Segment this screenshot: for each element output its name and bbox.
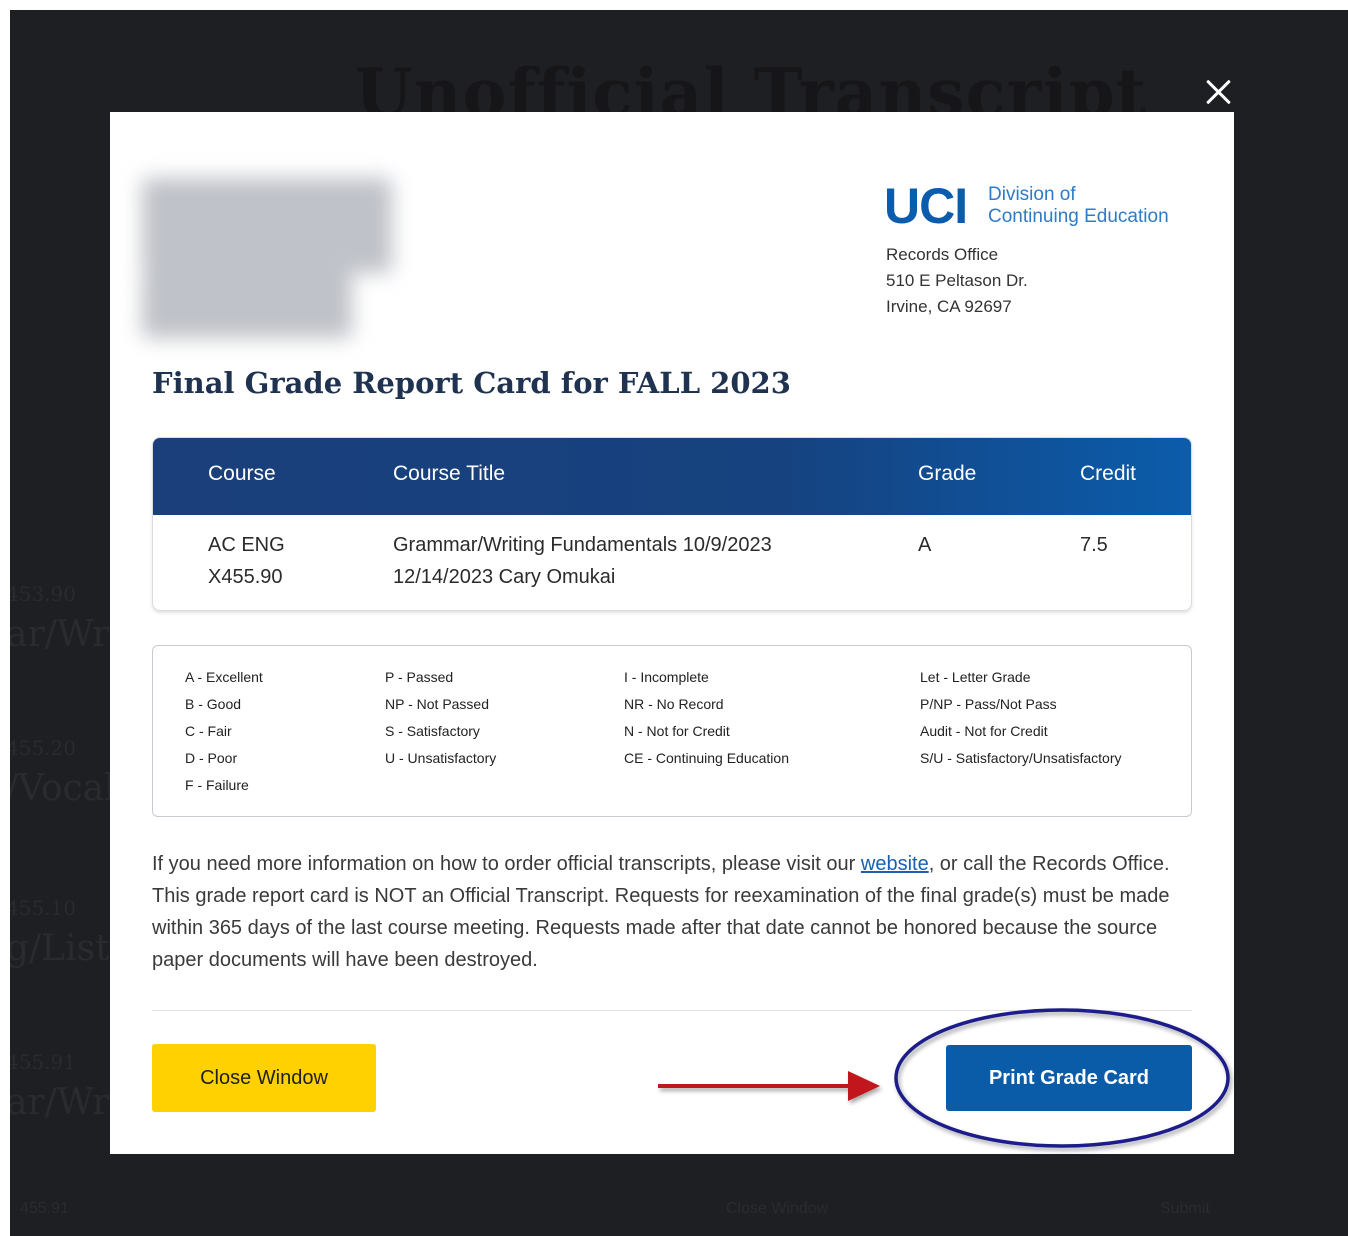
background-footer-code: 455.91 (20, 1200, 69, 1217)
address-line: 510 E Peltason Dr. (886, 271, 1028, 290)
background-row-text: ar/Wri (10, 1082, 121, 1123)
close-icon[interactable] (1198, 72, 1238, 112)
legend-item: A - Excellent (185, 669, 263, 685)
legend-item: D - Poor (185, 750, 238, 766)
legend-column: A - Excellent B - Good C - Fair D - Poor… (185, 664, 263, 799)
legend-item: P/NP - Pass/Not Pass (920, 696, 1057, 712)
legend-item: CE - Continuing Education (624, 750, 789, 766)
background-row-text: ar/Wri (10, 614, 121, 655)
legend-item: I - Incomplete (624, 669, 709, 685)
division-line-1: Division of (988, 184, 1076, 205)
legend-item: Audit - Not for Credit (920, 723, 1048, 739)
records-office-address: Records Office 510 E Peltason Dr. Irvine… (886, 242, 1028, 320)
legend-item: NR - No Record (624, 696, 724, 712)
legend-item: N - Not for Credit (624, 723, 730, 739)
legend-column: Let - Letter Grade P/NP - Pass/Not Pass … (920, 664, 1122, 772)
division-line-2: Continuing Education (988, 206, 1169, 227)
legend-item: U - Unsatisfactory (385, 750, 497, 766)
course-title-line-1: Grammar/Writing Fundamentals 10/9/2023 (393, 534, 772, 556)
legend-column: P - Passed NP - Not Passed S - Satisfact… (385, 664, 496, 772)
address-line: Records Office (886, 245, 999, 264)
table-header: Course Course Title Grade Credit (153, 438, 1191, 515)
legend-column: I - Incomplete NR - No Record N - Not fo… (624, 664, 789, 772)
header-grade: Grade (918, 462, 977, 485)
background-row-text: /Vocal (10, 768, 116, 809)
print-grade-card-button[interactable]: Print Grade Card (946, 1045, 1192, 1111)
background-row: 455.91 ar/Wri (10, 1050, 121, 1123)
website-link[interactable]: website (861, 853, 929, 875)
info-text-intro: If you need more information on how to o… (152, 853, 861, 875)
legend-item: C - Fair (185, 723, 232, 739)
transcript-info-text: If you need more information on how to o… (152, 848, 1192, 976)
course-code-line-2: X455.90 (208, 566, 283, 588)
background-row-code: 453.90 (10, 582, 76, 606)
grade-report-modal: UCI Division of Continuing Education Rec… (110, 112, 1234, 1154)
course-code-line-1: AC ENG (208, 534, 285, 556)
background-row: 453.90 ar/Wri (10, 582, 121, 655)
header-credit: Credit (1080, 462, 1137, 485)
uci-logo-mark: UCI (884, 178, 968, 234)
uci-division-name: Division of Continuing Education (988, 184, 1169, 228)
close-window-button[interactable]: Close Window (152, 1044, 376, 1112)
table-row: AC ENG X455.90 Grammar/Writing Fundament… (153, 515, 1191, 610)
background-row-code: 455.91 (10, 1050, 76, 1074)
background-row: 455.20 /Vocal (10, 736, 116, 809)
legend-item: S/U - Satisfactory/Unsatisfactory (920, 750, 1122, 766)
grade-cell: A (918, 534, 932, 556)
header-course: Course (208, 462, 276, 485)
address-line: Irvine, CA 92697 (886, 297, 1012, 316)
legend-item: P - Passed (385, 669, 454, 685)
background-close-button: Close Window (726, 1200, 829, 1217)
redacted-student-info (142, 178, 397, 338)
background-submit-button: Submit (1160, 1200, 1210, 1217)
legend-item: S - Satisfactory (385, 723, 480, 739)
report-title: Final Grade Report Card for FALL 2023 (152, 366, 791, 400)
header-course-title: Course Title (393, 462, 506, 485)
grade-legend: A - Excellent B - Good C - Fair D - Poor… (152, 645, 1192, 817)
legend-item: F - Failure (185, 777, 249, 793)
legend-item: Let - Letter Grade (920, 669, 1031, 685)
course-title-line-2: 12/14/2023 Cary Omukai (393, 566, 616, 588)
legend-item: B - Good (185, 696, 242, 712)
footer-divider (152, 1010, 1192, 1011)
background-row-code: 455.20 (10, 736, 76, 760)
credit-cell: 7.5 (1080, 534, 1108, 556)
legend-item: NP - Not Passed (385, 696, 490, 712)
grade-table: Course Course Title Grade Credit AC ENG … (152, 437, 1192, 611)
